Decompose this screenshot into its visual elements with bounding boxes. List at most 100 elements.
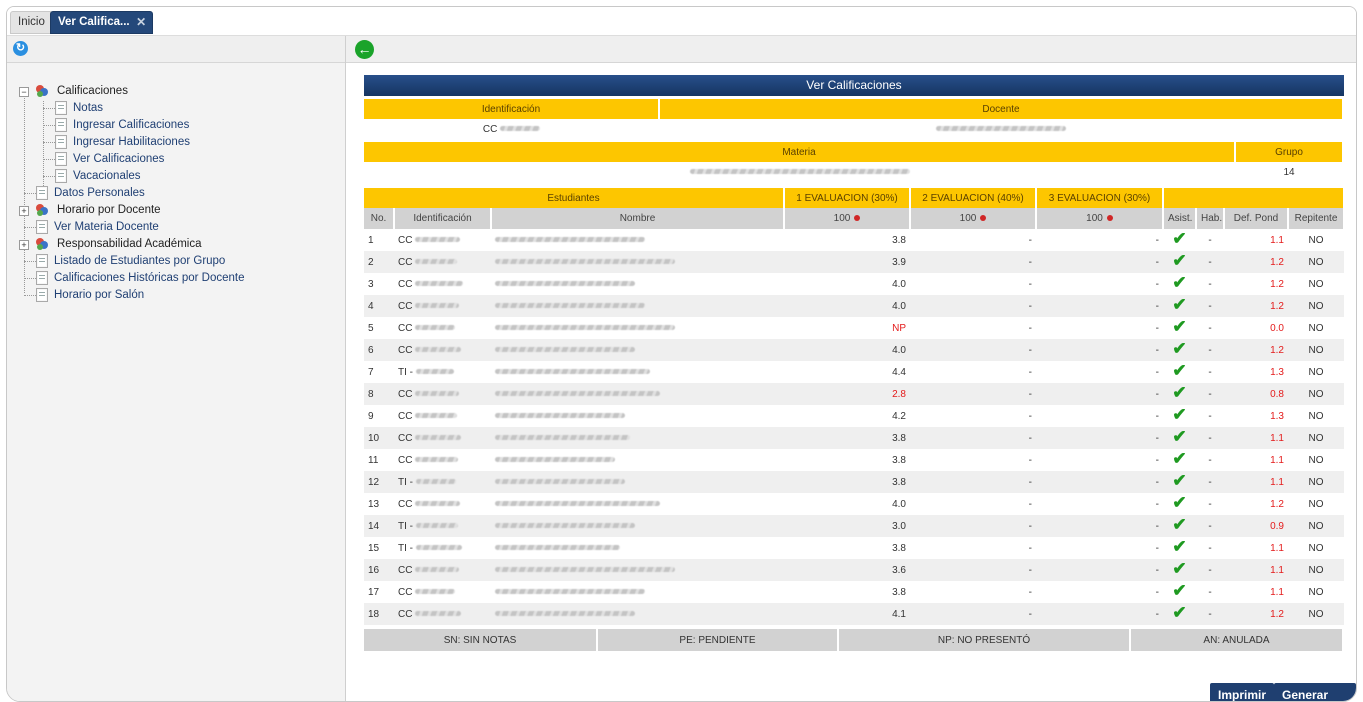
eval1-header: 1 EVALUACION (30%) [784,188,911,208]
student-name [491,405,784,427]
student-name [491,339,784,361]
collapse-icon[interactable]: − [19,87,29,97]
col-eval3-max[interactable]: 100 [1036,208,1164,229]
refresh-icon[interactable]: ↻ [13,41,28,56]
student-id: CC [394,339,491,361]
tree-folder-responsabilidad[interactable]: + Responsabilidad Académica [19,236,319,253]
col-eval1-max[interactable]: 100 [784,208,911,229]
tab-ver-calificaciones[interactable]: Ver Califica... ✕ [50,11,153,34]
attendance-check-icon: ✔ [1163,515,1196,537]
legend-table: SN: SIN NOTAS PE: PENDIENTE NP: NO PRESE… [364,629,1344,651]
table-row: 8 CC 2.8- - ✔ -0.8 NO [364,383,1344,405]
row-number: 8 [364,383,394,405]
nav-toolbar: ↻ [7,36,345,63]
def-pond-value: 1.2 [1270,498,1284,510]
redacted-value [415,457,459,463]
tree-item-ingresar-habilitaciones[interactable]: Ingresar Habilitaciones [55,134,315,151]
repitente-value: NO [1308,542,1324,554]
tree-item-notas[interactable]: Notas [55,100,315,117]
row-number: 7 [368,366,374,378]
grade-eval3: - [1036,515,1163,537]
def-pond-value: 1.1 [1270,542,1284,554]
content-toolbar: ← [346,36,1356,63]
tree-line [43,125,55,126]
tree-item-horario-salon[interactable]: Horario por Salón [36,287,316,304]
tab-inicio[interactable]: Inicio [10,11,53,34]
table-row: 16 CC 3.6- - ✔ -1.1 NO [364,559,1344,581]
row-number: 15 [368,542,380,554]
repitente-value: NO [1288,383,1344,405]
hab-value: - [1208,542,1212,554]
tree-label: Calificaciones [57,85,128,97]
document-icon [36,186,48,200]
student-id: CC [394,317,491,339]
col-eval2-max[interactable]: 100 [910,208,1037,229]
grupo-value: 14 [1283,166,1295,178]
edit-pin-icon[interactable] [980,215,987,222]
back-arrow-icon[interactable]: ← [355,40,374,59]
document-icon [55,169,67,183]
tree-line [24,193,36,194]
tree-item-ver-calificaciones[interactable]: Ver Calificaciones [55,151,315,168]
grade-eval2: - [1028,498,1032,510]
id-type: CC [398,410,413,422]
id-type: CC [398,300,413,312]
document-icon [36,254,48,268]
expand-icon[interactable]: + [19,206,29,216]
document-icon [36,220,48,234]
hab-value: - [1208,234,1212,246]
grade-eval1: 3.8 [784,471,910,493]
print-button[interactable]: Imprimir [1210,683,1275,701]
repitente-value: NO [1308,278,1324,290]
student-id: CC [394,603,491,625]
expand-icon[interactable]: + [19,240,29,250]
redacted-value [415,281,464,287]
def-pond-value: 1.3 [1270,410,1284,422]
hab-value: - [1196,339,1224,361]
grade-eval2: - [1028,234,1032,246]
grade-eval1: 3.8 [892,542,906,554]
tree-item-datos-personales[interactable]: Datos Personales [36,185,316,202]
grade-eval3: - [1155,498,1159,510]
redacted-value [495,545,620,551]
tree-label: Horario por Salón [54,289,145,301]
grade-eval1: 3.0 [784,515,910,537]
grade-eval3: - [1155,586,1159,598]
table-row: 17 CC 3.8 - - ✔ - 1.1 NO [364,581,1344,603]
identificacion-header: Identificación [364,99,660,119]
edit-pin-icon[interactable] [854,215,861,222]
student-id: CC [394,273,491,295]
tree-label: Notas [73,102,104,114]
hab-value: - [1208,278,1212,290]
hab-value: - [1208,498,1212,510]
student-name [491,449,784,471]
table-row: 1 CC 3.8 - - ✔ - 1.1 NO [364,229,1344,251]
id-type: CC [398,454,413,466]
row-number: 1 [368,234,374,246]
table-row: 2 CC 3.9- - ✔ -1.2 NO [364,251,1344,273]
tree-item-ver-materia-docente[interactable]: Ver Materia Docente [36,219,316,236]
edit-pin-icon[interactable] [1106,215,1113,222]
tree-folder-horario-docente[interactable]: + Horario por Docente [19,202,319,219]
hab-value: - [1196,515,1224,537]
col-asist: Asist. [1163,208,1197,229]
hab-value: - [1196,559,1224,581]
redacted-value [495,435,630,441]
row-number: 14 [364,515,394,537]
docente-name [659,119,1343,139]
grade-eval2: - [910,251,1036,273]
row-number: 10 [364,427,394,449]
tree-item-vacacionales[interactable]: Vacacionales [55,168,315,185]
tree-item-calificaciones-historicas[interactable]: Calificaciones Históricas por Docente [36,270,326,287]
redacted-value [495,237,645,243]
grade-eval1: 4.0 [784,295,910,317]
folder-icon [36,85,48,97]
redacted-value [495,567,675,573]
grade-eval3: - [1036,471,1163,493]
generate-xls-button[interactable]: Generar XLS [1274,683,1356,701]
tree-item-listado-estudiantes[interactable]: Listado de Estudiantes por Grupo [36,253,316,270]
tree-folder-calificaciones[interactable]: − Calificaciones [19,83,319,100]
grade-eval2: - [1028,278,1032,290]
close-icon[interactable]: ✕ [135,16,148,29]
tree-item-ingresar-calificaciones[interactable]: Ingresar Calificaciones [55,117,315,134]
